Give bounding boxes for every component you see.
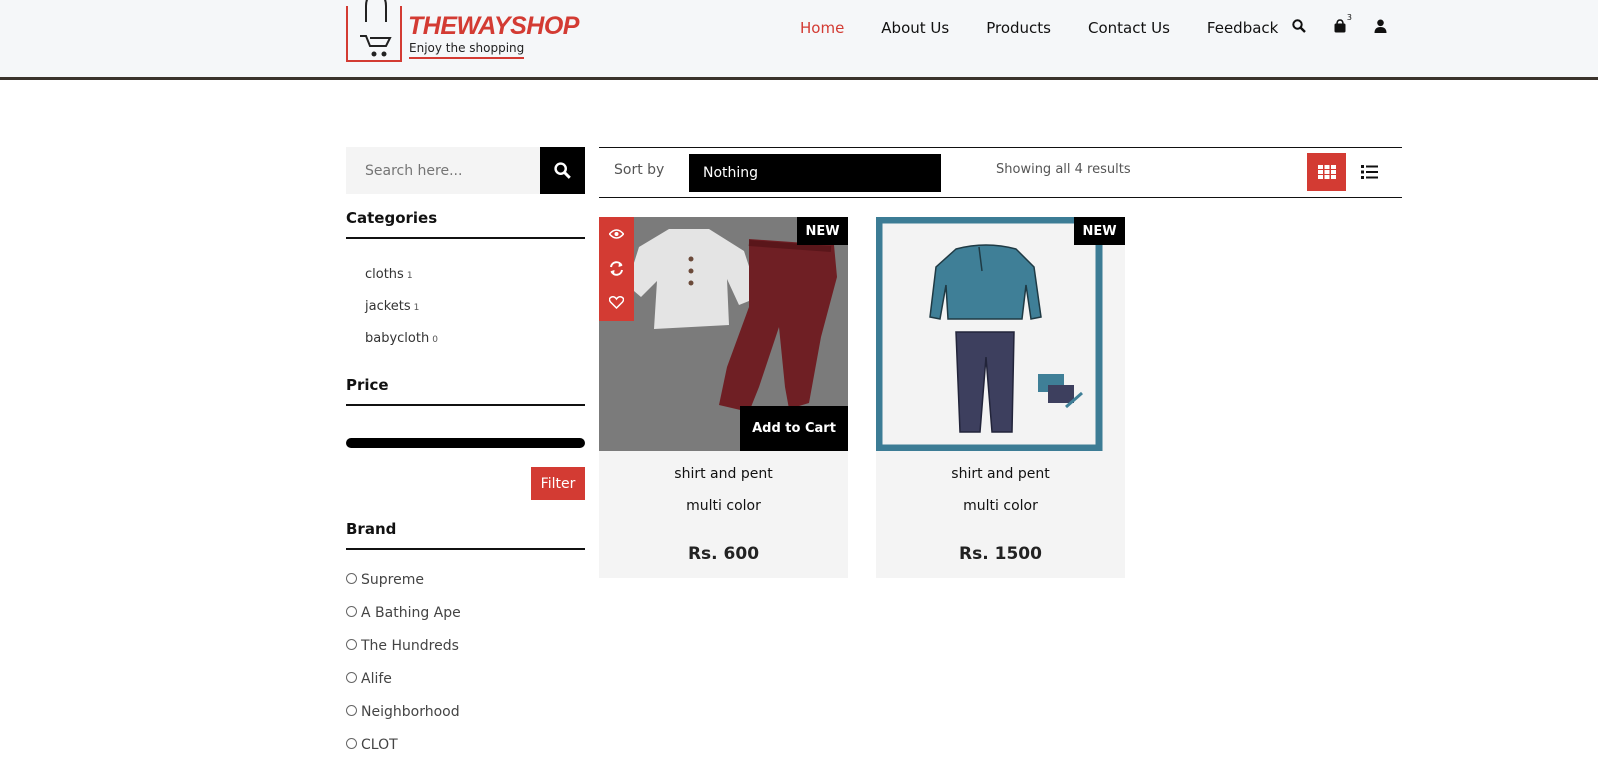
logo[interactable]: THEWAYSHOP Enjoy the shopping bbox=[346, 0, 579, 68]
compare-icon[interactable] bbox=[599, 251, 634, 285]
category-count: 1 bbox=[406, 271, 413, 281]
category-item[interactable]: babycloth 0 bbox=[365, 331, 438, 363]
brand-label: CLOT bbox=[361, 737, 398, 753]
category-item[interactable]: cloths 1 bbox=[365, 267, 438, 299]
price-range-slider[interactable] bbox=[346, 438, 585, 448]
quick-actions bbox=[599, 217, 634, 321]
brand-option[interactable]: A Bathing Ape bbox=[346, 605, 461, 638]
brand-heading: Brand bbox=[346, 520, 585, 550]
nav-contact-us[interactable]: Contact Us bbox=[1088, 19, 1170, 37]
category-count: 0 bbox=[432, 335, 438, 345]
product-card[interactable]: NEW shirt and pent multi color Rs. 1500 bbox=[876, 217, 1125, 578]
brand-list: Supreme A Bathing Ape The Hundreds Alife… bbox=[346, 572, 461, 770]
sort-label: Sort by bbox=[614, 162, 665, 178]
brand-radio[interactable] bbox=[346, 738, 357, 749]
nav-home[interactable]: Home bbox=[800, 19, 844, 37]
view-icon[interactable] bbox=[599, 217, 634, 251]
product-card[interactable]: NEW Add to Cart shirt and pent multi col… bbox=[599, 217, 848, 578]
grid-view-button[interactable] bbox=[1307, 153, 1346, 191]
product-name[interactable]: shirt and pent bbox=[876, 466, 1125, 482]
brand-label: The Hundreds bbox=[361, 638, 459, 654]
brand-option[interactable]: Neighborhood bbox=[346, 704, 461, 737]
product-color: multi color bbox=[686, 498, 761, 514]
search-icon[interactable] bbox=[1289, 16, 1309, 36]
new-badge: NEW bbox=[1074, 217, 1125, 245]
category-list: cloths 1 jackets 1 babycloth 0 bbox=[365, 267, 438, 363]
product-image[interactable]: NEW bbox=[876, 217, 1125, 451]
wishlist-heart-icon[interactable] bbox=[599, 285, 634, 319]
brand-label: Supreme bbox=[361, 572, 424, 588]
categories-heading: Categories bbox=[346, 209, 585, 239]
search-icon bbox=[554, 162, 571, 179]
category-label: cloths bbox=[365, 267, 404, 282]
brand-option[interactable]: CLOT bbox=[346, 737, 461, 770]
user-icon[interactable] bbox=[1370, 16, 1390, 36]
brand-option[interactable]: Alife bbox=[346, 671, 461, 704]
brand-radio[interactable] bbox=[346, 705, 357, 716]
logo-tagline: Enjoy the shopping bbox=[409, 41, 525, 59]
shopping-cart-logo-icon bbox=[346, 0, 402, 62]
brand-radio[interactable] bbox=[346, 639, 357, 650]
product-search bbox=[346, 147, 585, 194]
brand-option[interactable]: The Hundreds bbox=[346, 638, 461, 671]
shopping-bag-icon[interactable]: 3 bbox=[1330, 13, 1352, 36]
product-price: Rs. 600 bbox=[687, 544, 760, 564]
search-button[interactable] bbox=[540, 147, 585, 194]
brand-label: Alife bbox=[361, 671, 392, 687]
main-nav: Home About Us Products Contact Us Feedba… bbox=[800, 19, 1315, 37]
brand-label: Neighborhood bbox=[361, 704, 460, 720]
list-icon bbox=[1360, 165, 1378, 179]
grid-icon bbox=[1317, 165, 1336, 179]
brand-radio[interactable] bbox=[346, 573, 357, 584]
brand-label: A Bathing Ape bbox=[361, 605, 461, 621]
brand-option[interactable]: Supreme bbox=[346, 572, 461, 605]
results-count: Showing all 4 results bbox=[996, 162, 1131, 177]
nav-products[interactable]: Products bbox=[986, 19, 1051, 37]
cart-count-badge: 3 bbox=[1346, 13, 1352, 22]
product-price: Rs. 1500 bbox=[959, 544, 1042, 564]
add-to-cart-button[interactable]: Add to Cart bbox=[740, 406, 848, 451]
site-header: THEWAYSHOP Enjoy the shopping Home About… bbox=[0, 0, 1598, 80]
nav-feedback[interactable]: Feedback bbox=[1207, 19, 1278, 37]
product-photo-outfit-illustration bbox=[876, 217, 1103, 451]
list-view-button[interactable] bbox=[1354, 153, 1384, 191]
product-name[interactable]: shirt and pent bbox=[599, 466, 848, 482]
category-label: jackets bbox=[365, 299, 411, 314]
nav-about-us[interactable]: About Us bbox=[881, 19, 949, 37]
filter-button[interactable]: Filter bbox=[531, 467, 585, 500]
category-item[interactable]: jackets 1 bbox=[365, 299, 438, 331]
logo-title: THEWAYSHOP bbox=[408, 12, 579, 40]
brand-radio[interactable] bbox=[346, 606, 357, 617]
sort-select[interactable]: Nothing bbox=[689, 154, 941, 192]
category-label: babycloth bbox=[365, 331, 430, 346]
product-image[interactable]: NEW Add to Cart bbox=[599, 217, 848, 451]
new-badge: NEW bbox=[797, 217, 848, 245]
price-heading: Price bbox=[346, 376, 585, 406]
brand-radio[interactable] bbox=[346, 672, 357, 683]
category-count: 1 bbox=[413, 303, 420, 313]
product-color: multi color bbox=[963, 498, 1038, 514]
product-toolbar: Sort by Nothing Showing all 4 results bbox=[599, 147, 1402, 198]
search-input[interactable] bbox=[346, 147, 540, 194]
